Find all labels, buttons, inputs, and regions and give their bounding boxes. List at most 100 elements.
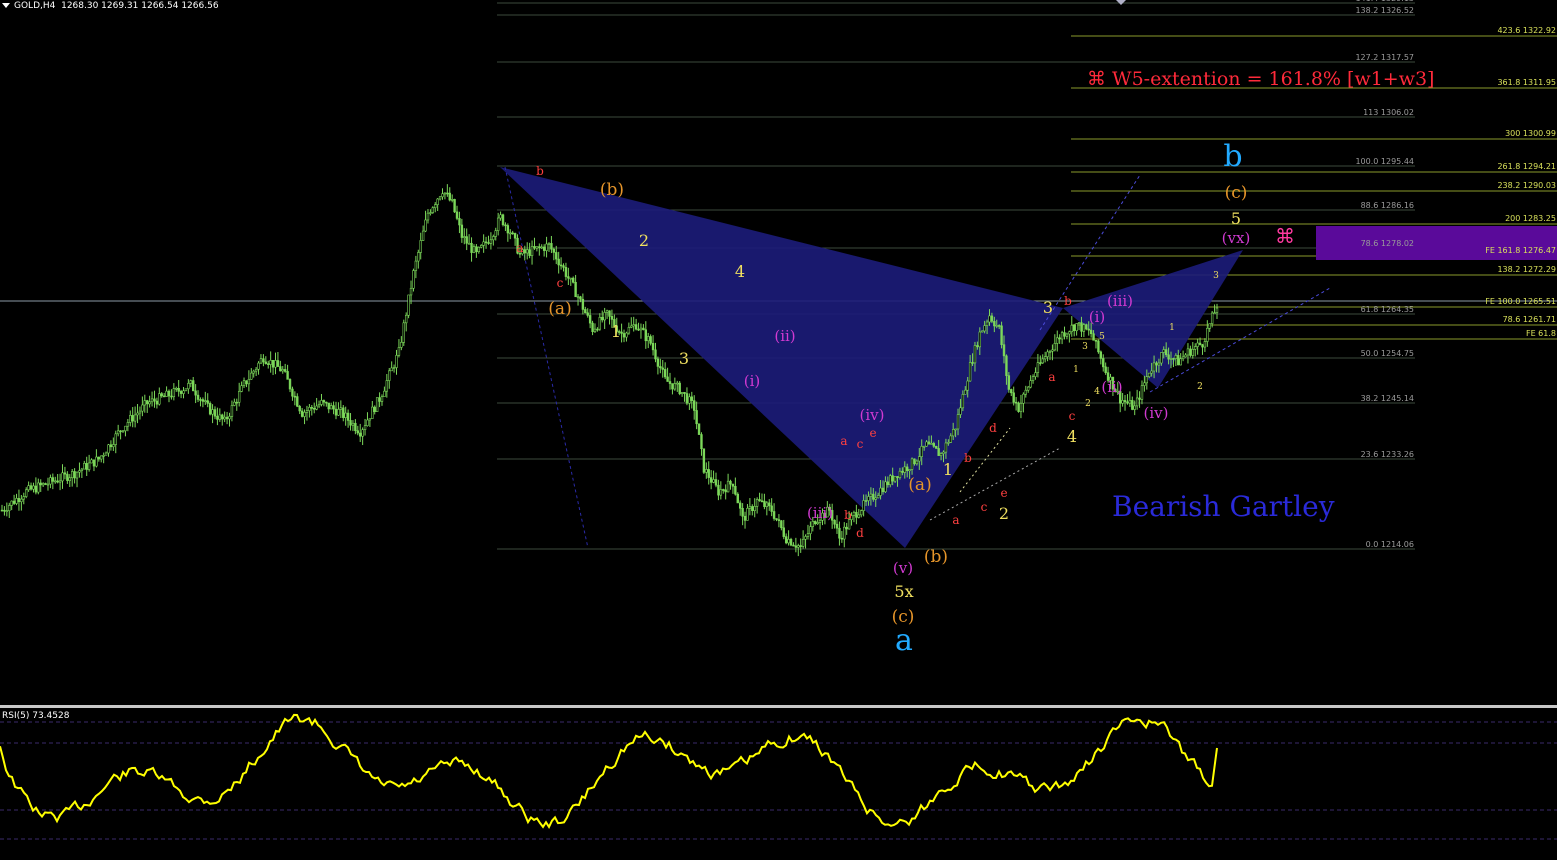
wave-label: c (981, 500, 988, 514)
candle-body (378, 397, 381, 402)
dropdown-triangle-icon[interactable] (2, 3, 10, 8)
candle-body (864, 500, 868, 502)
candle-body (685, 393, 689, 404)
candle-body (668, 381, 672, 384)
wave-label: (ii) (1101, 378, 1122, 396)
candle-body (647, 336, 650, 342)
candle-body (143, 400, 146, 406)
candle-body (465, 236, 468, 244)
candle-body (605, 310, 609, 313)
candle-body (903, 466, 906, 473)
candle-body (693, 400, 696, 411)
candle-body (680, 392, 684, 395)
candle-body (630, 325, 633, 328)
candle-body (240, 385, 243, 392)
wave-label: b (1223, 139, 1242, 174)
retracement-level-label: 0.0 1214.06 (1366, 540, 1414, 549)
candle-body (1058, 337, 1061, 340)
candle-body (806, 533, 810, 537)
wave-label: 2 (999, 504, 1009, 523)
candle-body (973, 345, 977, 364)
candle-body (840, 537, 844, 540)
candle-body (833, 519, 836, 525)
retracement-level-label: 88.6 1286.16 (1361, 201, 1414, 210)
wave-label: b (536, 164, 544, 178)
candle-body (981, 330, 984, 333)
candle-body (792, 544, 795, 547)
candle-body (206, 400, 209, 404)
candle-body (271, 360, 275, 368)
candle-body (1172, 358, 1175, 360)
candle-body (305, 410, 309, 413)
candle-body (971, 362, 974, 364)
candle-body (753, 506, 756, 511)
extension-level-label: 361.8 1311.95 (1497, 78, 1556, 87)
candle-body (1128, 400, 1132, 404)
candle-body (743, 515, 747, 521)
candle-body (913, 458, 916, 465)
candle-body (951, 429, 955, 437)
rsi-indicator-panel[interactable] (0, 708, 1557, 860)
candle-body (596, 328, 599, 331)
candle-body (574, 282, 577, 298)
candle-body (1201, 344, 1204, 348)
candle-body (242, 380, 246, 386)
candle-body (337, 409, 340, 416)
candle-body (20, 498, 23, 503)
candle-body (3, 509, 6, 512)
candle-body (1068, 331, 1071, 335)
wave-label: c (557, 276, 564, 290)
candle-body (196, 394, 200, 400)
candle-body (165, 390, 168, 397)
candle-body (869, 493, 873, 497)
candle-body (496, 217, 500, 231)
candle-body (1177, 355, 1180, 366)
candle-body (993, 321, 996, 327)
wave-label: (b) (924, 547, 948, 567)
candle-body (264, 361, 268, 364)
candle-body (429, 212, 432, 214)
candle-body (78, 470, 81, 473)
candle-body (504, 224, 507, 227)
candle-body (407, 294, 410, 316)
candle-body (315, 405, 318, 410)
candle-body (835, 523, 839, 529)
extension-level-label: FE 61.8 (1526, 329, 1556, 338)
candle-body (925, 441, 928, 447)
candle-body (784, 536, 788, 544)
price-chart[interactable]: 141.4 1329.13 138.2 1326.52 127.2 1317.57 1… (0, 0, 1557, 705)
candle-body (346, 412, 350, 421)
candle-body (17, 498, 21, 503)
candle-body (1215, 307, 1219, 313)
candle-body (414, 260, 418, 271)
candle-body (216, 415, 219, 420)
candle-body (1099, 351, 1103, 359)
candle-body (642, 327, 645, 331)
candle-body (201, 399, 205, 402)
candle-body (1174, 355, 1178, 359)
candle-body (1082, 324, 1086, 332)
candle-body (192, 380, 195, 392)
candle-body (421, 230, 425, 241)
candle-body (426, 212, 430, 221)
candle-body (1019, 403, 1023, 412)
wave-label: c (857, 437, 864, 451)
retracement-level-label: 50.0 1254.75 (1361, 349, 1414, 358)
candle-body (763, 500, 766, 507)
candle-body (1094, 340, 1098, 342)
candle-body (286, 371, 289, 380)
wave-label: 3 (679, 349, 689, 368)
wave-label: 5 (1231, 209, 1241, 228)
wave-label: 2 (639, 231, 649, 250)
candle-body (211, 409, 214, 415)
candle-body (342, 407, 345, 418)
candle-body (1051, 349, 1054, 352)
candle-body (1073, 324, 1076, 332)
candle-body (233, 401, 236, 406)
candle-body (356, 430, 359, 434)
candle-body (564, 267, 568, 277)
candle-body (158, 393, 161, 405)
candle-body (325, 401, 328, 404)
candle-body (944, 442, 948, 453)
candle-body (1005, 355, 1008, 376)
